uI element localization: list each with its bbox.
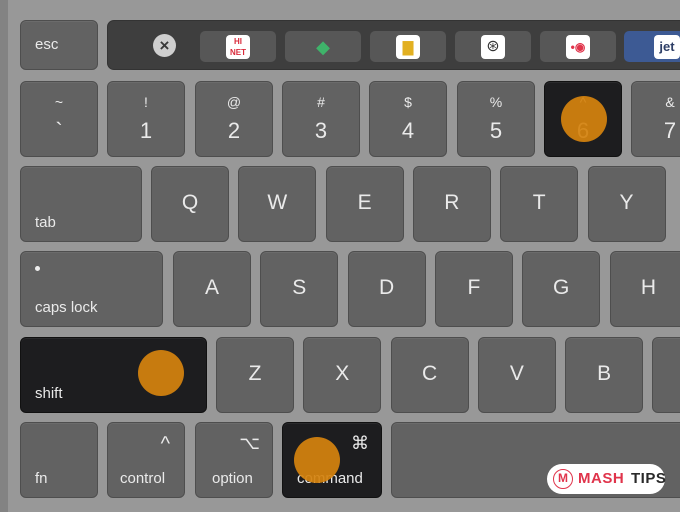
- touchbar-app-jet[interactable]: jet: [624, 31, 680, 62]
- coffee-icon: ▇: [396, 34, 420, 59]
- shift-press-marker: [138, 350, 184, 396]
- option-symbol-icon: ⌥: [239, 433, 260, 453]
- key-shift-symbol: !: [144, 94, 148, 110]
- key-letter: W: [267, 190, 288, 214]
- caps-lock-indicator: [35, 266, 40, 271]
- key-x[interactable]: X: [303, 337, 382, 413]
- esc-label: esc: [35, 36, 59, 53]
- watermark-mash: MASH: [578, 470, 625, 487]
- key-f[interactable]: F: [434, 251, 513, 327]
- key-a[interactable]: A: [173, 251, 251, 327]
- key-shift-symbol: $: [404, 94, 412, 110]
- leaf-icon: ◆: [316, 36, 330, 57]
- key-letter: G: [553, 275, 570, 299]
- key-letter: Q: [181, 190, 199, 214]
- key-3[interactable]: #3: [282, 81, 360, 157]
- key-d[interactable]: D: [347, 251, 426, 327]
- key-shift-symbol: %: [489, 94, 503, 110]
- touchbar-app-spiral[interactable]: ⊛: [455, 31, 531, 62]
- key-z[interactable]: Z: [216, 337, 294, 413]
- key-c[interactable]: C: [390, 337, 469, 413]
- touchbar-app-hi-net[interactable]: HI NET: [200, 31, 276, 62]
- key-letter: H: [640, 275, 657, 299]
- key-1[interactable]: ! 1: [107, 81, 185, 157]
- key-letter: Y: [619, 190, 634, 214]
- key-shift-symbol: &: [665, 94, 675, 110]
- key-number: 3: [314, 118, 328, 143]
- key-number: `: [55, 118, 63, 143]
- key-number: 4: [401, 118, 415, 143]
- mashtips-watermark: M MASH TIPS: [547, 464, 667, 494]
- key-letter: S: [292, 275, 307, 299]
- jet-icon: jet: [654, 34, 680, 59]
- key-number: 1: [139, 118, 153, 143]
- key-letter: X: [335, 361, 350, 385]
- hi-net-icon: HI NET: [226, 34, 250, 59]
- key-letter: A: [204, 275, 219, 299]
- key-letter: B: [597, 361, 612, 385]
- key-s[interactable]: S: [260, 251, 339, 327]
- esc-key[interactable]: esc: [20, 20, 98, 70]
- key-backtick[interactable]: ~ `: [20, 81, 98, 157]
- key-number: 7: [663, 118, 677, 143]
- tab-label: tab: [35, 214, 56, 231]
- option-label: option: [212, 470, 253, 487]
- key-h[interactable]: H: [609, 251, 680, 327]
- key-letter: V: [509, 361, 524, 385]
- key-e[interactable]: E: [325, 166, 404, 242]
- key-letter: E: [357, 190, 372, 214]
- control-symbol-icon: ^: [160, 433, 170, 455]
- spiral-icon: ⊛: [481, 34, 505, 59]
- key-r[interactable]: R: [412, 166, 491, 242]
- key-shift-symbol: ~: [54, 94, 64, 110]
- key-g[interactable]: G: [522, 251, 601, 327]
- key-7[interactable]: & 7: [631, 81, 680, 157]
- option-key[interactable]: ⌥ option: [195, 422, 273, 498]
- key-w[interactable]: W: [238, 166, 317, 242]
- touch-bar: HI NET ◆ ▇ ⊛ •◉ jet: [107, 20, 680, 70]
- key-b[interactable]: B: [565, 337, 644, 413]
- key-q[interactable]: Q: [151, 166, 229, 242]
- close-icon[interactable]: ×: [153, 34, 176, 57]
- key-t[interactable]: T: [500, 166, 579, 242]
- fn-key[interactable]: fn: [20, 422, 98, 498]
- control-label: control: [120, 470, 166, 487]
- fn-label: fn: [35, 470, 48, 487]
- touchbar-app-record[interactable]: •◉: [540, 31, 616, 62]
- caps-lock-key[interactable]: caps lock: [20, 251, 163, 327]
- mashtips-logo-icon: M: [553, 469, 573, 489]
- control-key[interactable]: ^ control: [107, 422, 185, 498]
- key-shift-symbol: #: [317, 94, 325, 110]
- six-press-marker: [561, 96, 607, 142]
- key-letter: F: [467, 275, 481, 299]
- key-letter: R: [444, 190, 460, 214]
- command-press-marker: [294, 437, 340, 483]
- touchbar-app-leaf[interactable]: ◆: [285, 31, 361, 62]
- key-n[interactable]: [652, 337, 680, 413]
- key-letter: D: [379, 275, 395, 299]
- key-letter: Z: [248, 361, 262, 385]
- watermark-tips: TIPS: [631, 470, 667, 487]
- key-5[interactable]: % 5: [457, 81, 535, 157]
- command-symbol-icon: ⌘: [351, 433, 369, 453]
- key-number: 2: [227, 118, 241, 143]
- key-letter: T: [532, 190, 546, 214]
- key-y[interactable]: Y: [587, 166, 666, 242]
- tab-key[interactable]: tab: [20, 166, 142, 242]
- key-letter: C: [422, 361, 438, 385]
- keyboard-edge: [0, 0, 8, 512]
- key-2[interactable]: @2: [195, 81, 273, 157]
- key-v[interactable]: V: [477, 337, 556, 413]
- key-number: 5: [489, 118, 503, 143]
- key-4[interactable]: $4: [369, 81, 447, 157]
- record-icon: •◉: [566, 34, 590, 59]
- touchbar-app-coffee[interactable]: ▇: [370, 31, 446, 62]
- caps-lock-label: caps lock: [35, 299, 98, 316]
- key-shift-symbol: @: [226, 94, 242, 110]
- shift-label: shift: [35, 385, 63, 402]
